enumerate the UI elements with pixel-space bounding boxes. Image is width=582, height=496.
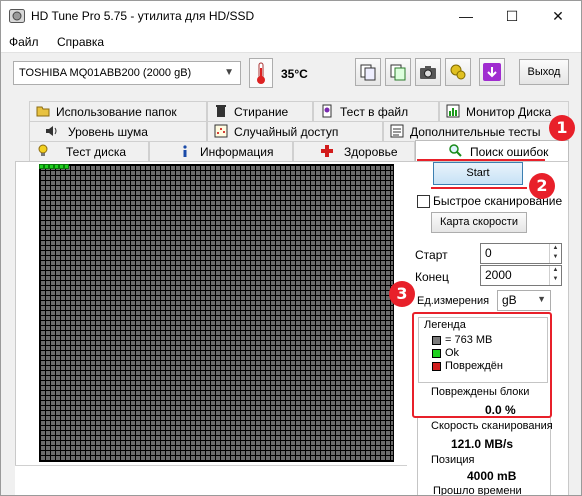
speaker-icon — [46, 126, 57, 136]
annotation-underline-2 — [431, 187, 527, 189]
options-icon — [450, 64, 466, 80]
drive-select[interactable]: TOSHIBA MQ01ABB200 (2000 gB) ▼ — [13, 61, 241, 85]
tab-label: Дополнительные тесты — [410, 125, 541, 139]
tab-label: Уровень шума — [68, 125, 148, 139]
block-map — [39, 164, 394, 462]
chevron-down-icon: ▼ — [224, 67, 234, 78]
tab-extra-tests[interactable]: Дополнительные тесты — [383, 121, 569, 141]
position-label: Позиция — [431, 454, 475, 466]
tab-folder-usage[interactable]: Использование папок — [29, 101, 207, 121]
tab-label: Стирание — [234, 105, 289, 119]
close-button[interactable]: ✕ — [535, 1, 581, 31]
screenshot-button[interactable] — [415, 58, 441, 86]
tab-label: Случайный доступ — [234, 125, 339, 139]
copy-button[interactable] — [355, 58, 381, 86]
temperature-box — [249, 58, 273, 88]
tab-erase[interactable]: Стирание — [207, 101, 313, 121]
tab-label: Поиск ошибок — [470, 145, 549, 159]
position-value: 4000 mB — [467, 469, 517, 483]
unit-select[interactable]: gB ▼ — [497, 290, 551, 311]
maximize-button[interactable]: ☐ — [489, 1, 535, 31]
title-bar: HD Tune Pro 5.75 - утилита для HD/SSD — … — [1, 1, 581, 31]
annotation-underline-1 — [417, 159, 545, 161]
tab-label: Тест в файл — [340, 105, 409, 119]
temperature-value: 35°C — [281, 67, 308, 81]
annotation-box-3 — [412, 312, 552, 418]
trash-icon — [216, 105, 226, 117]
tab-health[interactable]: Здоровье — [293, 141, 415, 161]
menu-bar: Файл Справка — [1, 31, 581, 53]
lightbulb-icon — [38, 144, 48, 156]
scan-speed-label: Скорость сканирования — [431, 420, 553, 432]
speed-map-button[interactable]: Карта скорости — [431, 212, 527, 233]
camera-icon — [420, 66, 436, 79]
spin-arrows-icon[interactable]: ▲ ▼ — [549, 266, 561, 285]
ok-block — [64, 164, 69, 169]
menu-file[interactable]: Файл — [9, 35, 39, 49]
app-icon — [9, 9, 25, 23]
magnifier-icon — [449, 144, 462, 157]
copy-text-icon — [390, 64, 406, 81]
hdtune-window: HD Tune Pro 5.75 - утилита для HD/SSD — … — [0, 0, 582, 496]
start-field-label: Старт — [415, 248, 448, 262]
scatter-icon — [214, 124, 228, 138]
tab-random-access[interactable]: Случайный доступ — [207, 121, 383, 141]
tab-label: Тест диска — [66, 145, 127, 159]
menu-help[interactable]: Справка — [57, 35, 104, 49]
list-icon — [390, 124, 404, 138]
tab-file-test[interactable]: Тест в файл — [313, 101, 439, 121]
tab-label: Монитор Диска — [466, 105, 552, 119]
scanned-blocks — [39, 164, 71, 169]
tab-noise-level[interactable]: Уровень шума — [29, 121, 207, 141]
health-cross-icon — [321, 145, 333, 157]
file-info-icon — [322, 104, 332, 118]
copy-text-button[interactable] — [385, 58, 411, 86]
start-field[interactable]: 0 ▲ ▼ — [480, 243, 562, 264]
end-field-value: 2000 — [485, 268, 512, 282]
tab-disk-test[interactable]: Тест диска — [29, 141, 149, 161]
toolbar: TOSHIBA MQ01ABB200 (2000 gB) ▼ 35°C Выхо… — [1, 53, 581, 97]
unit-select-value: gB — [502, 293, 517, 307]
tab-label: Информация — [200, 145, 274, 159]
save-icon — [483, 63, 501, 81]
end-field[interactable]: 2000 ▲ ▼ — [480, 265, 562, 286]
annotation-badge-3: 3 — [389, 281, 415, 307]
log-pane — [15, 465, 407, 495]
folder-icon — [36, 106, 50, 117]
annotation-badge-2: 2 — [529, 173, 555, 199]
thermometer-icon — [257, 62, 265, 84]
unit-label: Ед.измерения — [417, 295, 490, 307]
tab-label: Использование папок — [56, 105, 177, 119]
tab-label: Здоровье — [344, 145, 398, 159]
tab-disk-monitor[interactable]: Монитор Диска — [439, 101, 569, 121]
exit-button[interactable]: Выход — [519, 59, 569, 85]
info-icon — [183, 145, 187, 157]
chart-icon — [446, 104, 460, 118]
start-field-value: 0 — [485, 246, 492, 260]
window-title: HD Tune Pro 5.75 - утилита для HD/SSD — [31, 9, 255, 23]
end-field-label: Конец — [415, 270, 449, 284]
copy-icon — [360, 64, 376, 81]
drive-select-value: TOSHIBA MQ01ABB200 (2000 gB) — [19, 67, 192, 79]
scan-speed-value: 121.0 MB/s — [451, 437, 514, 451]
save-button[interactable] — [479, 58, 505, 86]
spin-arrows-icon[interactable]: ▲ ▼ — [549, 244, 561, 263]
elapsed-label: Прошло времени — [433, 485, 522, 496]
chevron-down-icon: ▼ — [537, 294, 546, 304]
options-button[interactable] — [445, 58, 471, 86]
tab-information[interactable]: Информация — [149, 141, 293, 161]
annotation-badge-1: 1 — [549, 115, 575, 141]
minimize-button[interactable]: — — [443, 1, 489, 31]
quick-scan-checkbox[interactable] — [417, 195, 430, 208]
start-button[interactable]: Start — [433, 162, 523, 185]
